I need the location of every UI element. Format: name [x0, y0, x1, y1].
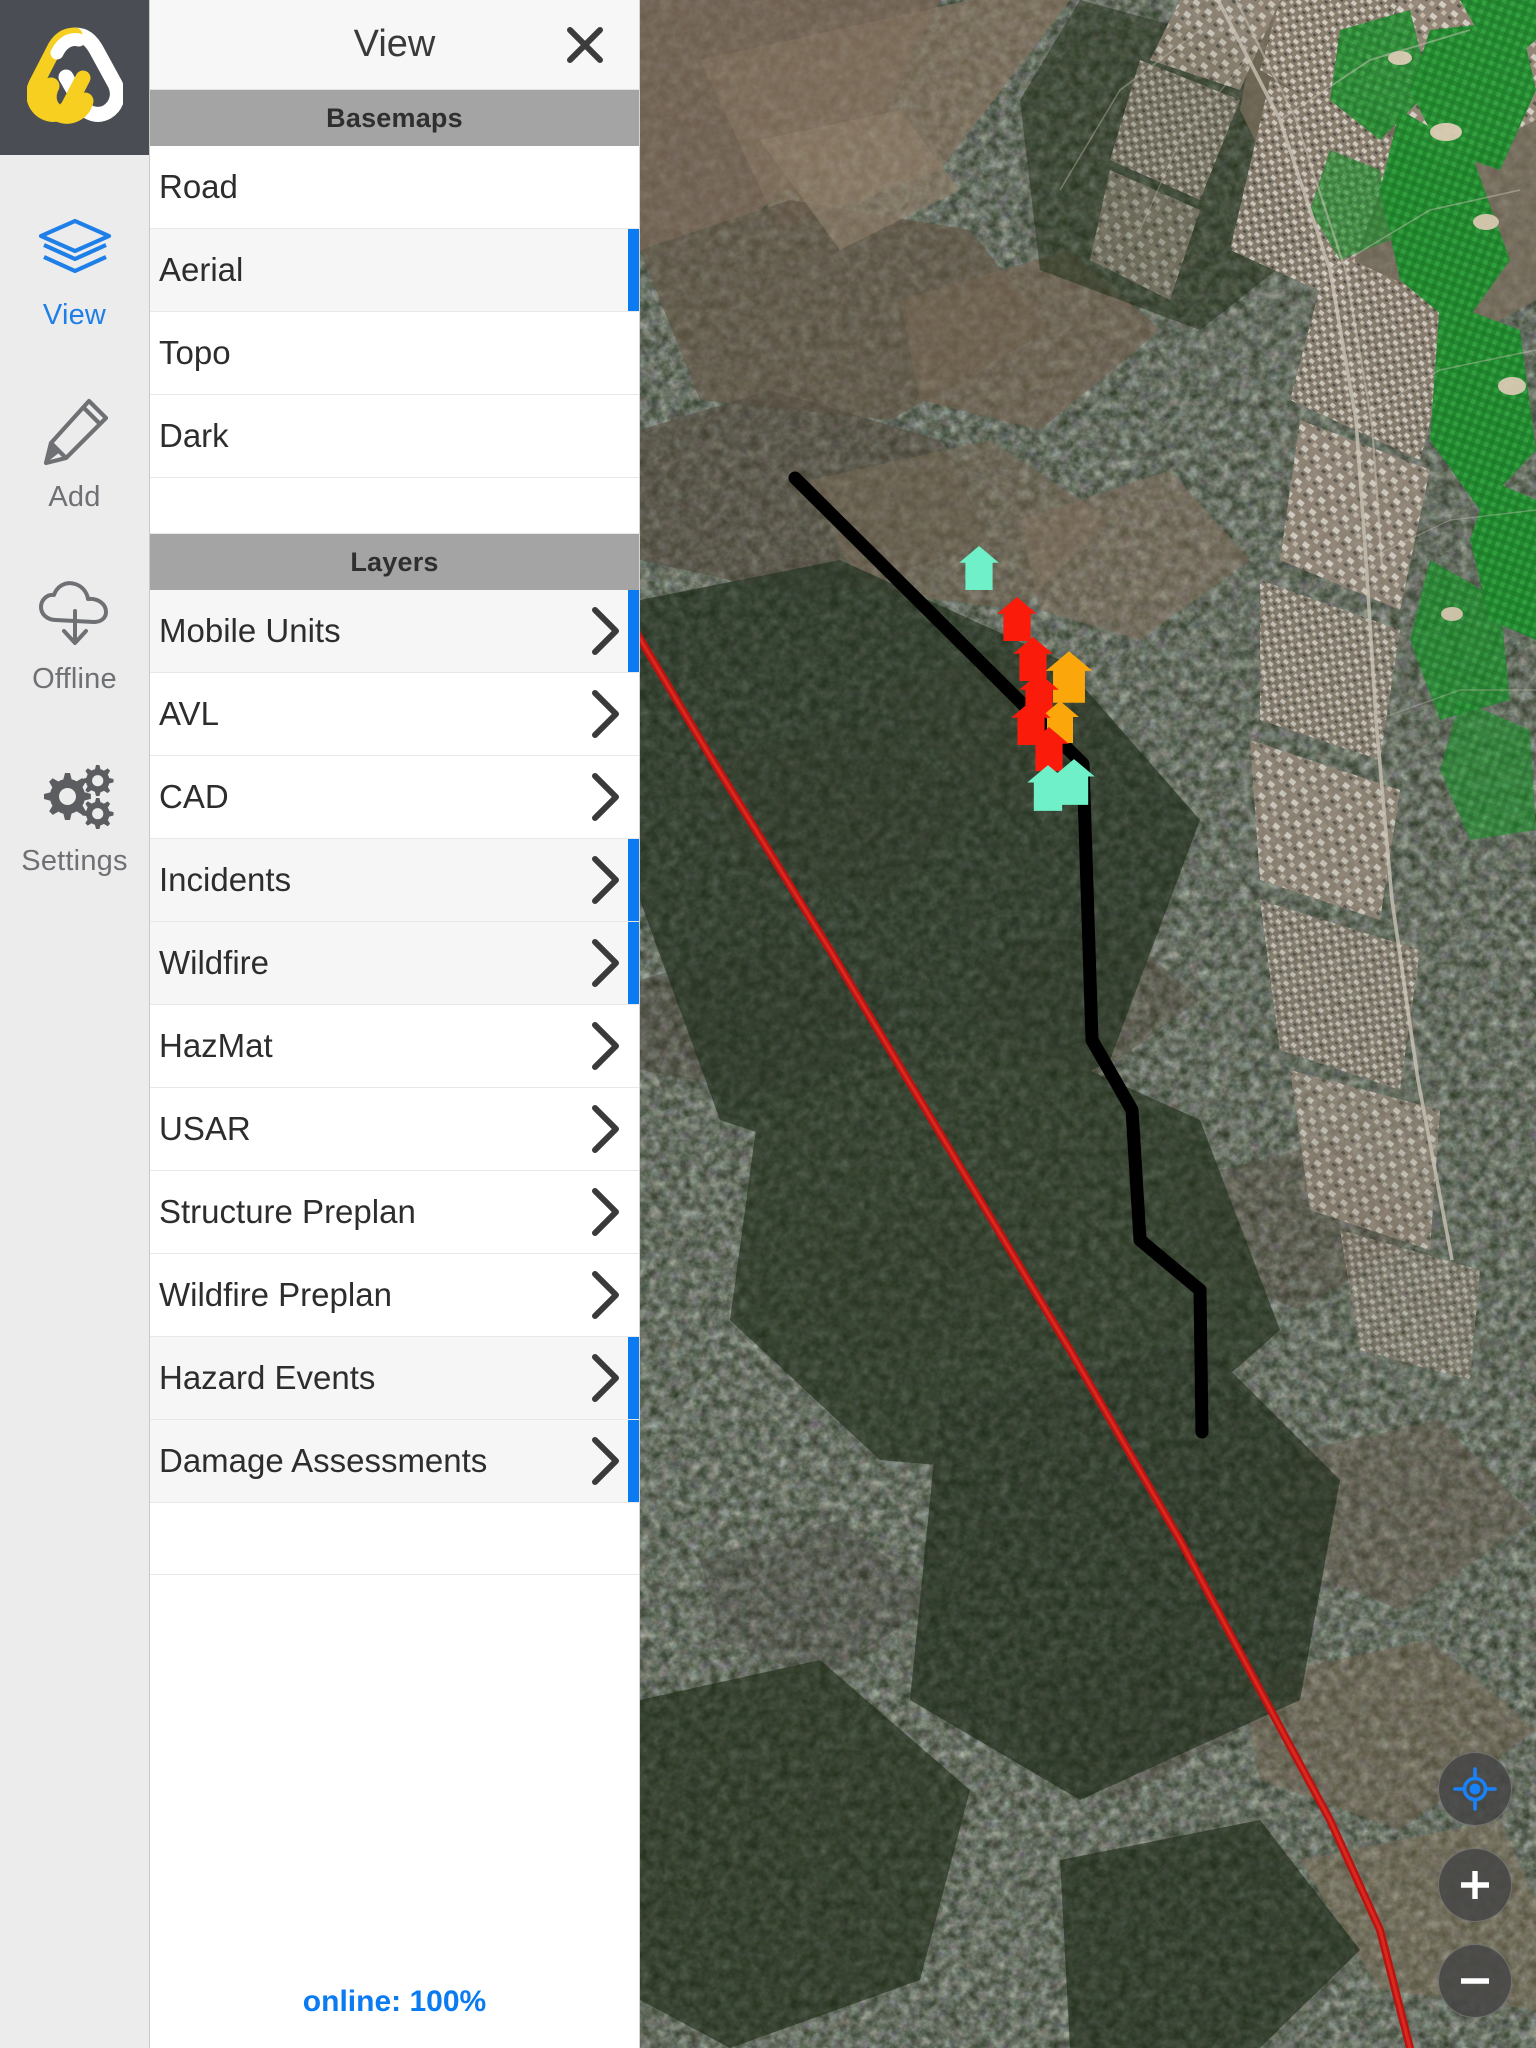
panel-footer: online: 100% [150, 1956, 639, 2048]
row-label: Wildfire Preplan [159, 1276, 392, 1313]
row-label: Structure Preplan [159, 1193, 416, 1230]
chevron-right-icon[interactable] [573, 771, 639, 823]
minus-icon [1455, 1961, 1495, 2001]
layer-row-mobile-units[interactable]: Mobile Units [150, 590, 639, 673]
section-header-layers: Layers [150, 534, 639, 590]
row-label: Topo [159, 334, 231, 371]
app-root: View Add Offline Settings View Basemaps … [0, 0, 1536, 2048]
structure-marker-orange [1045, 651, 1093, 703]
cloud-download-icon [34, 577, 116, 651]
page-title: View [353, 23, 436, 65]
row-label: Mobile Units [159, 612, 341, 649]
layer-row-damage-assessments[interactable]: Damage Assessments [150, 1420, 639, 1503]
chevron-right-icon[interactable] [573, 1186, 639, 1238]
gears-icon [32, 759, 118, 833]
selected-indicator [628, 590, 639, 672]
sidebar-item-settings[interactable]: Settings [0, 735, 149, 917]
row-label: CAD [159, 778, 229, 815]
sidebar-item-add[interactable]: Add [0, 371, 149, 553]
selected-indicator [628, 1337, 639, 1419]
pencil-icon [38, 395, 112, 469]
map-controls [1438, 1752, 1512, 2018]
basemap-row-topo[interactable]: Topo [150, 312, 639, 395]
row-label: Aerial [159, 251, 244, 288]
panel-scroll-area[interactable]: Basemaps Road Aerial Topo Dark Layers Mo… [150, 90, 639, 1956]
selected-indicator [628, 922, 639, 1004]
structure-marker-red [997, 597, 1037, 641]
sidebar-item-label: Offline [32, 663, 117, 695]
damage-assessment-markers[interactable] [640, 0, 1536, 2048]
sidebar-item-label: Add [48, 481, 101, 513]
layer-row-usar[interactable]: USAR [150, 1088, 639, 1171]
layers-icon [36, 213, 114, 287]
layer-row-wildfire[interactable]: Wildfire [150, 922, 639, 1005]
selected-indicator [628, 1420, 639, 1502]
view-panel: View Basemaps Road Aerial Topo Dark Laye… [150, 0, 640, 2048]
map-view[interactable] [640, 0, 1536, 2048]
locate-button[interactable] [1438, 1752, 1512, 1826]
chevron-right-icon[interactable] [573, 1269, 639, 1321]
app-logo [0, 0, 149, 155]
zoom-in-button[interactable] [1438, 1848, 1512, 1922]
status-badge: online: 100% [302, 1985, 487, 2018]
chevron-right-icon[interactable] [573, 1020, 639, 1072]
crosshair-icon [1453, 1767, 1497, 1811]
row-label: Hazard Events [159, 1359, 376, 1396]
selected-indicator [628, 839, 639, 921]
layer-list-end-spacer [150, 1503, 639, 1575]
layer-row-hazmat[interactable]: HazMat [150, 1005, 639, 1088]
panel-header: View [150, 0, 639, 90]
basemap-row-aerial[interactable]: Aerial [150, 229, 639, 312]
row-label: Incidents [159, 861, 292, 898]
close-icon[interactable] [557, 17, 613, 73]
basemap-row-dark[interactable]: Dark [150, 395, 639, 478]
row-label: USAR [159, 1110, 251, 1147]
structure-marker-red [1013, 637, 1053, 681]
layer-row-cad[interactable]: CAD [150, 756, 639, 839]
selected-indicator [628, 229, 639, 311]
sidebar-item-label: Settings [21, 845, 128, 877]
row-label: Wildfire [159, 944, 270, 981]
row-label: Road [159, 168, 238, 205]
structure-marker-mint [959, 546, 999, 590]
layer-row-structure-preplan[interactable]: Structure Preplan [150, 1171, 639, 1254]
row-label: AVL [159, 695, 219, 732]
marker-group [959, 546, 1095, 811]
layer-row-hazard-events[interactable]: Hazard Events [150, 1337, 639, 1420]
plus-icon [1455, 1865, 1495, 1905]
left-nav-rail: View Add Offline Settings [0, 0, 150, 2048]
layer-row-wildfire-preplan[interactable]: Wildfire Preplan [150, 1254, 639, 1337]
basemap-list-end-spacer [150, 478, 639, 534]
basemap-row-road[interactable]: Road [150, 146, 639, 229]
layer-row-incidents[interactable]: Incidents [150, 839, 639, 922]
chevron-right-icon[interactable] [573, 688, 639, 740]
row-label: Dark [159, 417, 229, 454]
row-label: Damage Assessments [159, 1442, 488, 1479]
section-header-basemaps: Basemaps [150, 90, 639, 146]
sidebar-item-offline[interactable]: Offline [0, 553, 149, 735]
rail-item-list: View Add Offline Settings [0, 155, 149, 917]
row-label: HazMat [159, 1027, 273, 1064]
layer-row-avl[interactable]: AVL [150, 673, 639, 756]
zoom-out-button[interactable] [1438, 1944, 1512, 2018]
chevron-right-icon[interactable] [573, 1103, 639, 1155]
sidebar-item-label: View [42, 299, 107, 331]
sidebar-item-view[interactable]: View [0, 189, 149, 371]
